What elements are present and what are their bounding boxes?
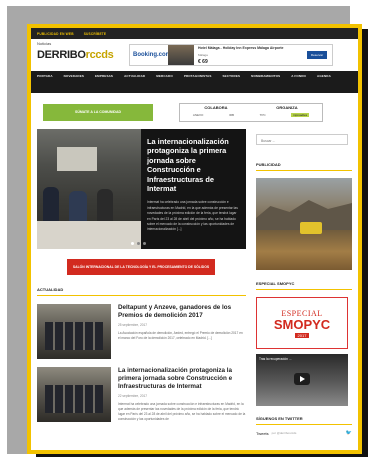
- nav-item-protagonistas[interactable]: PROTAGONISTAS: [184, 74, 212, 78]
- publicidad-ad-image[interactable]: [256, 178, 352, 270]
- sidebar: PUBLICIDAD ESPECIAL SMOPYC ESPECIAL SMOP…: [256, 129, 352, 436]
- nav-item-a-fondo[interactable]: A FONDO: [291, 74, 306, 78]
- sponsor-logo: IRB: [229, 113, 235, 117]
- sponsor-logos: ANEXO IRB TPC inproadies: [180, 110, 322, 121]
- slider-dot[interactable]: [131, 242, 134, 245]
- twitter-widget[interactable]: Tweets por @derribosrcds 🐦: [256, 430, 352, 436]
- web-page: PUBLICIDAD EN WEB SUSCRÍBETE Noticias DE…: [31, 28, 358, 450]
- twitter-icon: 🐦: [345, 430, 352, 436]
- hero-text: La internacionalización protagoniza la p…: [141, 129, 246, 249]
- hero-slider[interactable]: La internacionalización protagoniza la p…: [37, 129, 246, 249]
- ad-text: Hotel Málaga - Holiday Inn Express Málag…: [194, 46, 307, 65]
- site-header: Noticias DERRIBOrccds Booking.com Hotel …: [31, 39, 358, 71]
- main-nav: PORTADA NOVEDADES EMPRESAS ACTUALIDAD ME…: [31, 71, 358, 93]
- article-title[interactable]: Deltapunt y Anzeve, ganadores de los Pre…: [118, 304, 246, 320]
- thumbnail-people: [45, 385, 103, 413]
- sponsor-logo: ANEXO: [192, 113, 204, 117]
- article-item: La internacionalización protagoniza la p…: [37, 367, 246, 422]
- smopyc-banner[interactable]: ESPECIAL SMOPYC 2017: [256, 297, 348, 349]
- smopyc-heading: ESPECIAL SMOPYC: [256, 281, 352, 290]
- nav-item-empresas[interactable]: EMPRESAS: [95, 74, 113, 78]
- logo-main-text: DERRIBOrccds: [37, 49, 114, 61]
- hero-image: [37, 129, 141, 249]
- twitter-heading: SÍGUENOS EN TWITTER: [256, 416, 352, 425]
- booking-ad[interactable]: Booking.com Hotel Málaga - Holiday Inn E…: [129, 44, 333, 66]
- article-body: La internacionalización protagoniza la p…: [111, 367, 246, 422]
- hero-title[interactable]: La internacionalización protagoniza la p…: [147, 137, 240, 193]
- slider-dot[interactable]: [143, 242, 146, 245]
- nav-item-actualidad[interactable]: ACTUALIDAD: [124, 74, 145, 78]
- tweets-by[interactable]: por @derribosrcds: [272, 431, 297, 435]
- ad-title: Hotel Málaga - Holiday Inn Express Málag…: [198, 45, 284, 50]
- hero-image-screen: [57, 147, 97, 171]
- nav-item-agenda[interactable]: AGENDA: [317, 74, 331, 78]
- logo-part-a: DERRIBO: [37, 49, 86, 61]
- logo-part-b: rccds: [85, 49, 114, 61]
- topbar-link-suscribete[interactable]: SUSCRÍBETE: [84, 32, 107, 36]
- sponsor-logo: inproadies: [291, 113, 310, 117]
- article-title[interactable]: La internacionalización protagoniza la p…: [118, 367, 246, 391]
- article-excerpt: Intermat ha celebrado una jornada sobre …: [118, 402, 246, 421]
- article-excerpt: La Asociación española de demolición, Ae…: [118, 331, 243, 340]
- page-frame: PUBLICIDAD EN WEB SUSCRÍBETE Noticias DE…: [27, 24, 362, 454]
- article-thumbnail[interactable]: [37, 367, 111, 422]
- article-thumbnail[interactable]: [37, 304, 111, 359]
- tweets-label: Tweets: [256, 430, 269, 436]
- video-embed[interactable]: Tras la recuperación ...: [256, 354, 348, 406]
- smopyc-year: 2017: [294, 332, 310, 338]
- nav-item-mercado[interactable]: MERCADO: [156, 74, 173, 78]
- smopyc-name: SMOPYC: [273, 316, 331, 332]
- screenshot-stage: PUBLICIDAD EN WEB SUSCRÍBETE Noticias DE…: [0, 0, 374, 465]
- nav-item-nombramientos[interactable]: NOMBRAMIENTOS: [251, 74, 280, 78]
- salon-banner-text: SALÓN INTERNACIONAL DE LA TECNOLOGÍA Y E…: [72, 264, 210, 269]
- hero-excerpt: Intermat ha celebrado una jornada sobre …: [147, 200, 238, 232]
- salon-banner[interactable]: SALÓN INTERNACIONAL DE LA TECNOLOGÍA Y E…: [67, 259, 215, 275]
- actualidad-heading: ACTUALIDAD: [37, 287, 246, 296]
- nav-item-sectores[interactable]: SECTORES: [223, 74, 241, 78]
- sponsors-banner[interactable]: COLABORA ORGANIZA ANEXO IRB TPC inproadi…: [179, 102, 323, 122]
- article-body: Deltapunt y Anzeve, ganadores de los Pre…: [111, 304, 246, 359]
- ad-subtitle: Málaga: [198, 52, 208, 57]
- publicidad-heading: PUBLICIDAD: [256, 162, 352, 171]
- logo-small-text: Noticias: [37, 41, 52, 46]
- ad-image-machine: [300, 222, 322, 234]
- article-date: 22 septiembre, 2017: [118, 394, 148, 398]
- thumbnail-people: [45, 322, 103, 350]
- banner-row: SÚMATE A LA COMUNIDAD COLABORA ORGANIZA …: [31, 93, 358, 123]
- community-banner[interactable]: SÚMATE A LA COMUNIDAD: [43, 103, 153, 121]
- slider-dot[interactable]: [137, 242, 140, 245]
- top-bar: PUBLICIDAD EN WEB SUSCRÍBETE: [31, 28, 358, 39]
- topbar-link-publicidad[interactable]: PUBLICIDAD EN WEB: [37, 32, 74, 36]
- hero-image-table: [37, 221, 141, 249]
- booking-brand: Booking.com: [133, 52, 172, 58]
- left-column: La internacionalización protagoniza la p…: [37, 129, 246, 436]
- ad-price: € 69: [198, 58, 208, 65]
- article-date: 25 septiembre, 2017: [118, 323, 148, 327]
- article-item: Deltapunt y Anzeve, ganadores de los Pre…: [37, 304, 246, 359]
- search-input[interactable]: [256, 134, 348, 145]
- nav-item-novedades[interactable]: NOVEDADES: [64, 74, 84, 78]
- slider-dots: [131, 242, 146, 245]
- ad-reserve-button[interactable]: Reservar: [307, 51, 327, 59]
- sponsor-logo: TPC: [259, 113, 266, 117]
- site-logo[interactable]: Noticias DERRIBOrccds: [37, 41, 125, 61]
- hotel-photo: [168, 45, 194, 65]
- main-content: La internacionalización protagoniza la p…: [31, 123, 358, 436]
- nav-item-portada[interactable]: PORTADA: [37, 74, 53, 78]
- play-icon[interactable]: [294, 373, 310, 385]
- video-title: Tras la recuperación ...: [259, 357, 292, 361]
